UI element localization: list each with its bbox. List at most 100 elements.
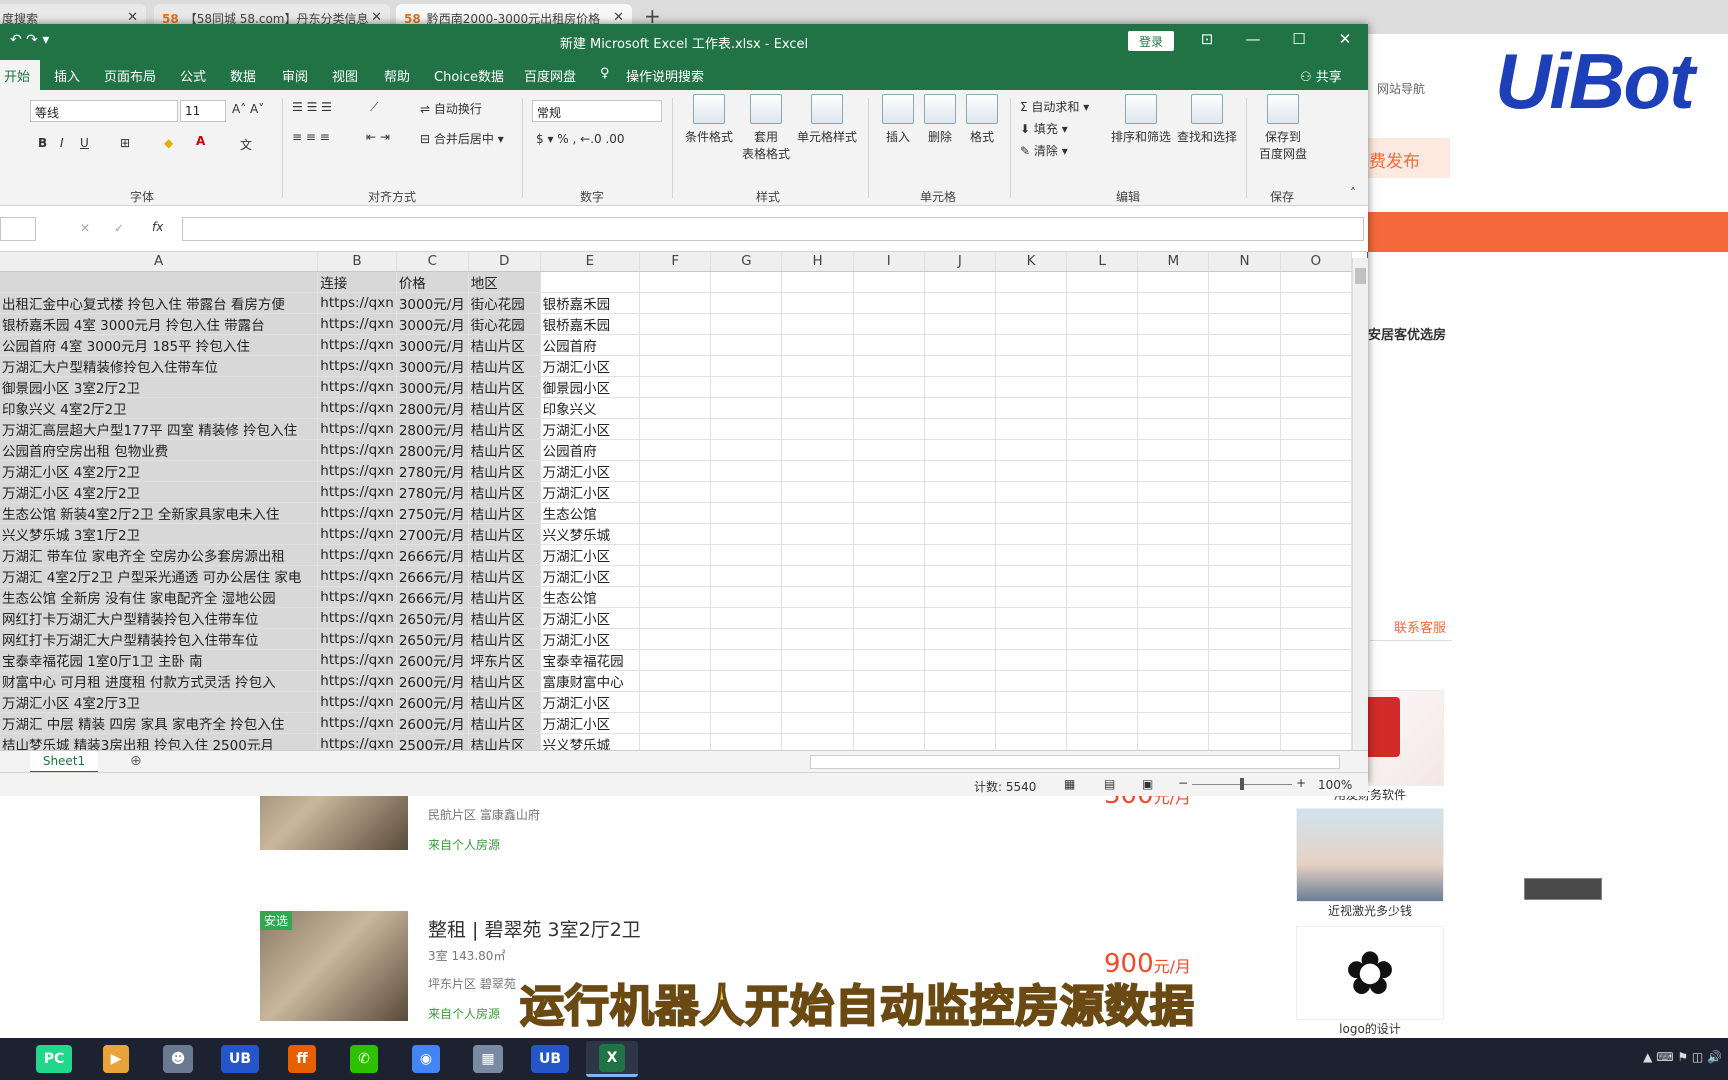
table-cell[interactable]: 桔山片区 [468, 481, 541, 503]
table-cell[interactable] [1280, 460, 1352, 482]
table-cell[interactable] [639, 313, 712, 335]
table-cell[interactable] [1137, 460, 1210, 482]
taskbar-robot-icon[interactable]: ☻ [152, 1041, 204, 1077]
table-cell[interactable] [710, 691, 783, 713]
table-cell[interactable]: https://qxn [317, 502, 397, 524]
table-cell[interactable] [924, 712, 996, 734]
find-select-button[interactable]: 查找和选择 [1174, 94, 1240, 145]
table-cell[interactable] [995, 502, 1068, 524]
table-cell[interactable] [924, 355, 996, 377]
table-cell[interactable]: 兴义梦乐城 [540, 733, 641, 750]
tab-view[interactable]: 视图 [332, 66, 358, 85]
fill-button[interactable]: ⬇ 填充 ▾ [1020, 120, 1068, 137]
table-cell[interactable] [1137, 586, 1210, 608]
taskbar-uibot-creator-icon[interactable]: UB [214, 1041, 266, 1077]
table-cell[interactable]: 2780元/月 [396, 481, 469, 503]
table-cell[interactable] [710, 565, 783, 587]
table-cell[interactable] [1066, 586, 1139, 608]
table-cell[interactable] [924, 544, 996, 566]
table-cell[interactable] [1137, 607, 1210, 629]
column-header[interactable]: A [0, 252, 319, 272]
table-cell[interactable] [639, 397, 712, 419]
table-cell[interactable]: https://qxn [317, 481, 397, 503]
table-cell[interactable] [995, 712, 1068, 734]
table-cell[interactable] [995, 691, 1068, 713]
table-cell[interactable] [853, 712, 925, 734]
table-cell[interactable]: 万湖汇小区 [540, 481, 641, 503]
vertical-scrollbar[interactable] [1352, 258, 1368, 758]
sort-filter-button[interactable]: 排序和筛选 [1108, 94, 1174, 145]
table-cell[interactable] [853, 376, 925, 398]
table-cell[interactable] [853, 460, 925, 482]
table-cell[interactable]: 公园首府 [540, 439, 641, 461]
table-cell[interactable]: 万湖汇 4室2厅2卫 户型采光通透 可办公居住 家电 [0, 565, 319, 587]
spreadsheet-grid[interactable]: ABCDEFGHIJKLMNO 连接 价格 地区 出租汇金中心复式楼 拎包入住 带露台… [0, 252, 1352, 750]
table-cell[interactable]: 万湖汇 带车位 家电齐全 空房办公多套房源出租 [0, 544, 319, 566]
taskbar-uibot-worker-icon[interactable]: UB [524, 1041, 576, 1077]
tab-formulas[interactable]: 公式 [180, 66, 206, 85]
table-cell[interactable]: 万湖汇小区 [540, 544, 641, 566]
horizontal-scrollbar[interactable] [810, 755, 1340, 769]
align-top-icons[interactable]: ☰ ☰ ☰ [292, 100, 332, 114]
table-cell[interactable] [1208, 544, 1281, 566]
table-cell[interactable]: 桔山片区 [468, 628, 541, 650]
scroll-thumb[interactable] [1355, 268, 1366, 284]
table-cell[interactable]: 公园首府 [540, 334, 641, 356]
table-cell[interactable]: 2666元/月 [396, 586, 469, 608]
table-cell[interactable] [710, 271, 783, 293]
tab-help[interactable]: 帮助 [384, 66, 410, 85]
table-cell[interactable]: 桔山片区 [468, 607, 541, 629]
table-cell[interactable] [1208, 712, 1281, 734]
table-cell[interactable] [1137, 502, 1210, 524]
table-cell[interactable]: https://qxn [317, 565, 397, 587]
column-header[interactable]: D [468, 252, 541, 272]
table-cell[interactable] [1066, 355, 1139, 377]
table-cell[interactable]: https://qxn [317, 712, 397, 734]
table-cell[interactable]: 银桥嘉禾园 [540, 313, 641, 335]
column-header[interactable]: L [1066, 252, 1139, 272]
table-cell[interactable] [924, 565, 996, 587]
table-cell[interactable] [924, 607, 996, 629]
zoom-level[interactable]: 100% [1318, 778, 1352, 792]
formula-input[interactable] [182, 217, 1364, 241]
table-cell[interactable] [1208, 502, 1281, 524]
table-cell[interactable] [924, 418, 996, 440]
table-cell[interactable]: https://qxn [317, 733, 397, 750]
table-cell[interactable] [995, 565, 1068, 587]
table-cell[interactable] [639, 649, 712, 671]
table-cell[interactable]: 3000元/月 [396, 355, 469, 377]
insert-cells-button[interactable]: 插入 [878, 94, 918, 145]
table-cell[interactable] [1208, 733, 1281, 750]
table-cell[interactable] [1280, 502, 1352, 524]
minimize-button[interactable]: — [1238, 30, 1268, 52]
table-cell[interactable]: 生态公馆 新装4室2厅2卫 全新家具家电未入住 [0, 502, 319, 524]
table-format-button[interactable]: 套用 表格格式 [738, 94, 794, 162]
table-cell[interactable] [710, 586, 783, 608]
table-cell[interactable]: 桔山片区 [468, 523, 541, 545]
table-cell[interactable] [1137, 565, 1210, 587]
table-cell[interactable] [1066, 397, 1139, 419]
close-button[interactable]: ✕ [1330, 30, 1360, 52]
table-cell[interactable] [1066, 691, 1139, 713]
table-cell[interactable] [0, 271, 319, 293]
close-icon[interactable]: ✕ [127, 10, 138, 25]
table-cell[interactable]: 桔山片区 [468, 544, 541, 566]
table-cell[interactable] [781, 376, 854, 398]
table-cell[interactable] [639, 712, 712, 734]
table-cell[interactable] [639, 670, 712, 692]
table-cell[interactable] [1137, 355, 1210, 377]
normal-view-icon[interactable]: ▦ [1064, 777, 1075, 791]
table-cell[interactable] [710, 523, 783, 545]
table-cell[interactable] [710, 313, 783, 335]
table-cell[interactable] [1066, 334, 1139, 356]
floating-mini-toolbar[interactable] [1524, 878, 1602, 900]
table-cell[interactable]: 桔山片区 [468, 565, 541, 587]
table-cell[interactable]: 桔山片区 [468, 586, 541, 608]
table-cell[interactable] [853, 733, 925, 750]
table-cell[interactable] [781, 712, 854, 734]
site-nav-link[interactable]: 网站导航 [1377, 80, 1425, 97]
table-cell[interactable] [853, 418, 925, 440]
table-cell[interactable]: 桔山片区 [468, 691, 541, 713]
table-cell[interactable]: 地区 [468, 271, 541, 293]
table-cell[interactable] [710, 607, 783, 629]
